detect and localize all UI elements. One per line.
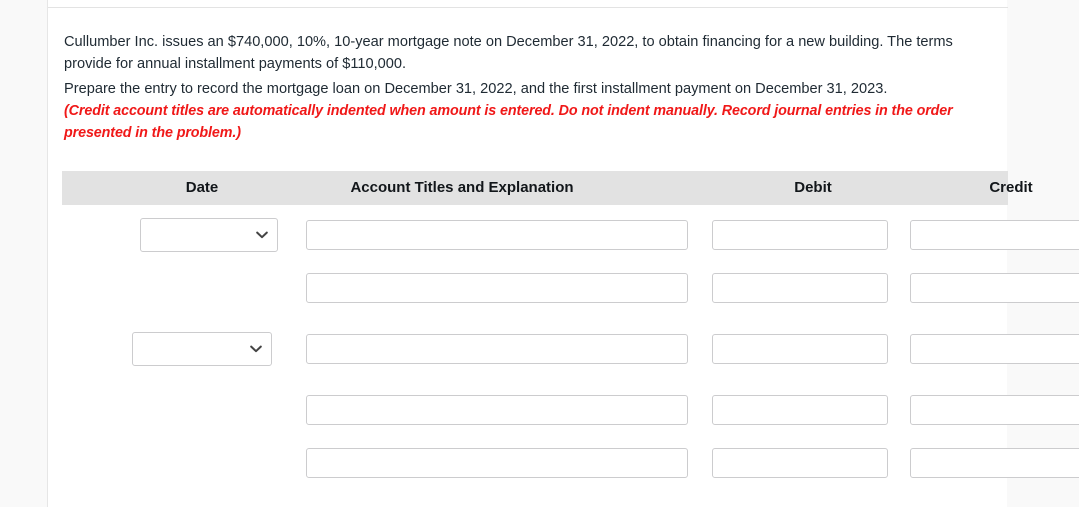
exercise-content-panel: Cullumber Inc. issues an $740,000, 10%, …: [47, 0, 1079, 507]
debit-input-3[interactable]: [712, 334, 888, 364]
credit-cell: [910, 220, 1079, 250]
date-select-1[interactable]: [140, 218, 278, 252]
date-cell: [140, 218, 278, 252]
debit-input-1[interactable]: [712, 220, 888, 250]
date-select-value: [141, 219, 277, 251]
credit-input-3[interactable]: [910, 334, 1079, 364]
credit-indent-note: (Credit account titles are automatically…: [64, 103, 953, 141]
account-cell: [306, 334, 688, 364]
debit-cell: [712, 220, 888, 250]
account-cell: [306, 395, 688, 425]
table-header-row: Date Account Titles and Explanation Debi…: [62, 171, 1033, 205]
date-select-value: [133, 333, 271, 365]
task-sentence: Prepare the entry to record the mortgage…: [64, 81, 888, 97]
problem-statement: Cullumber Inc. issues an $740,000, 10%, …: [64, 33, 953, 72]
credit-input-1[interactable]: [910, 220, 1079, 250]
account-title-input-2[interactable]: [306, 273, 688, 303]
top-divider: [48, 7, 1008, 8]
column-header-account: Account Titles and Explanation: [350, 179, 574, 196]
account-title-input-4[interactable]: [306, 395, 688, 425]
column-header-credit: Credit: [989, 179, 1033, 196]
credit-cell: [910, 395, 1079, 425]
debit-input-5[interactable]: [712, 448, 888, 478]
date-select-3[interactable]: [132, 332, 272, 366]
debit-cell: [712, 273, 888, 303]
debit-cell: [712, 448, 888, 478]
credit-cell: [910, 448, 1079, 478]
account-title-input-3[interactable]: [306, 334, 688, 364]
debit-cell: [712, 334, 888, 364]
credit-input-4[interactable]: [910, 395, 1079, 425]
credit-cell: [910, 334, 1079, 364]
journal-entry-table: Date Account Titles and Explanation Debi…: [62, 171, 1079, 478]
debit-input-2[interactable]: [712, 273, 888, 303]
account-title-input-1[interactable]: [306, 220, 688, 250]
credit-input-2[interactable]: [910, 273, 1079, 303]
debit-input-4[interactable]: [712, 395, 888, 425]
account-cell: [306, 273, 688, 303]
debit-cell: [712, 395, 888, 425]
account-cell: [306, 448, 688, 478]
date-cell: [132, 332, 272, 366]
credit-cell: [910, 273, 1079, 303]
column-header-debit: Debit: [794, 179, 832, 196]
account-cell: [306, 220, 688, 250]
account-title-input-5[interactable]: [306, 448, 688, 478]
column-header-date: Date: [185, 179, 219, 196]
task-instructions: Prepare the entry to record the mortgage…: [64, 78, 994, 144]
credit-input-5[interactable]: [910, 448, 1079, 478]
